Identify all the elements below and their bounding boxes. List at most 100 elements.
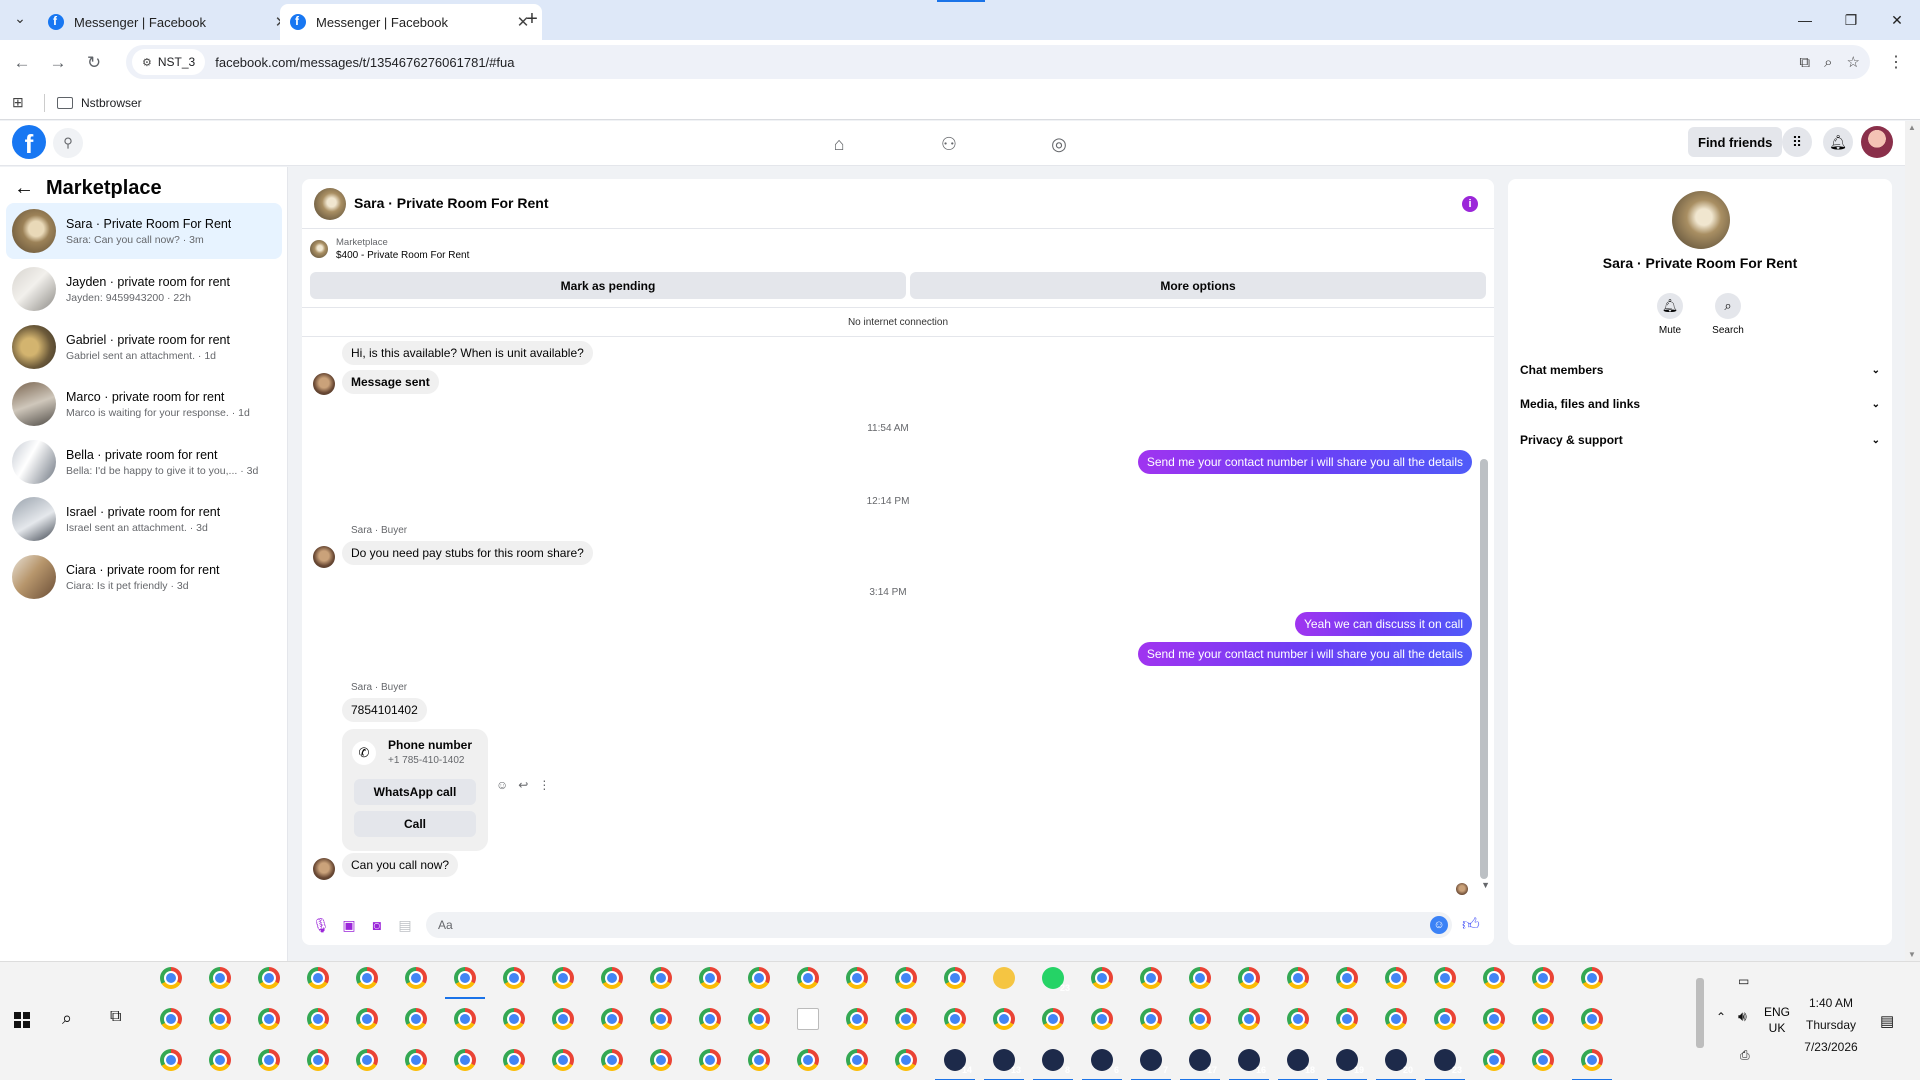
thumbs-up-icon[interactable]: 👍︎ — [1462, 914, 1480, 935]
chrome-profile-icon[interactable] — [160, 1049, 182, 1071]
apps-grid-icon[interactable]: ⊞ — [12, 94, 32, 111]
back-arrow-icon[interactable]: ← — [14, 177, 34, 200]
chrome-profile-icon[interactable] — [699, 967, 721, 989]
chrome-profile-icon[interactable] — [1336, 1008, 1358, 1030]
chrome-profile-icon[interactable] — [1287, 967, 1309, 989]
sticker-icon[interactable]: ◙ — [368, 916, 386, 934]
chrome-profile-icon[interactable] — [650, 967, 672, 989]
document-icon[interactable] — [797, 1008, 819, 1030]
chrome-profile-icon[interactable] — [307, 967, 329, 989]
chrome-profile-icon[interactable] — [1532, 1008, 1554, 1030]
back-icon[interactable]: ← — [10, 52, 34, 76]
chrome-profile-icon[interactable] — [209, 1049, 231, 1071]
chat-title[interactable]: Sara · Private Room For Rent — [354, 195, 549, 211]
chrome-profile-icon[interactable] — [454, 1049, 476, 1071]
chrome-profile-icon[interactable] — [944, 967, 966, 989]
chat-scrollbar[interactable] — [1480, 459, 1488, 879]
chrome-profile-icon[interactable] — [356, 1008, 378, 1030]
bookmark-folder[interactable]: Nstbrowser — [57, 96, 142, 110]
taskbar-search-icon[interactable]: ⌕ — [62, 1008, 72, 1029]
info-icon[interactable]: i — [1462, 196, 1478, 212]
chrome-profile-icon[interactable] — [797, 1049, 819, 1071]
chrome-profile-icon[interactable] — [1189, 1008, 1211, 1030]
chrome-profile-icon[interactable] — [748, 967, 770, 989]
task-view-icon[interactable]: ⧉ — [110, 1008, 121, 1026]
chrome-profile-icon[interactable] — [258, 1049, 280, 1071]
chrome-profile-icon[interactable] — [1238, 967, 1260, 989]
chrome-profile-icon[interactable] — [160, 1008, 182, 1030]
chrome-profile-icon[interactable] — [356, 967, 378, 989]
whatsapp-call-button[interactable]: WhatsApp call — [354, 779, 476, 805]
scroll-down-icon[interactable]: ▼ — [1481, 880, 1490, 890]
incoming-message[interactable]: Do you need pay stubs for this room shar… — [342, 541, 593, 565]
section-chat-members[interactable]: Chat members ⌄ — [1520, 359, 1880, 381]
restore-icon[interactable]: ❐ — [1828, 0, 1874, 40]
chrome-profile-icon[interactable] — [1581, 1008, 1603, 1030]
react-icon[interactable]: ☺ — [496, 778, 508, 792]
whatsapp-icon[interactable]: 23 — [1042, 967, 1070, 993]
incoming-message[interactable]: Hi, is this available? When is unit avai… — [342, 341, 593, 365]
profile-app-icon[interactable]: 13 — [993, 1049, 1021, 1075]
chrome-profile-icon[interactable] — [895, 1008, 917, 1030]
conversation-item[interactable]: Bella · private room for rent Bella: I'd … — [6, 434, 282, 490]
chrome-profile-icon[interactable] — [1385, 967, 1407, 989]
profile-app-icon[interactable]: 18 — [1287, 1049, 1315, 1075]
chrome-profile-icon[interactable] — [454, 967, 476, 989]
facebook-logo-icon[interactable]: f — [12, 125, 46, 159]
chrome-profile-icon[interactable] — [748, 1008, 770, 1030]
friends-icon[interactable]: ⚇ — [936, 131, 962, 157]
chrome-profile-icon[interactable] — [650, 1008, 672, 1030]
section-media-files-links[interactable]: Media, files and links ⌄ — [1520, 393, 1880, 415]
profile-app-icon[interactable]: 16 — [1238, 1049, 1266, 1075]
chrome-profile-icon[interactable] — [1581, 967, 1603, 989]
chrome-profile-icon[interactable] — [748, 1049, 770, 1071]
listing-banner[interactable]: Marketplace $400 - Private Room For Rent — [310, 237, 469, 261]
chrome-profile-icon[interactable] — [405, 1049, 427, 1071]
message-input[interactable]: Aa — [426, 912, 1452, 938]
chrome-profile-icon[interactable] — [1483, 967, 1505, 989]
chrome-profile-icon[interactable] — [356, 1049, 378, 1071]
chat-avatar[interactable] — [314, 188, 346, 220]
search-icon[interactable]: ⚲ — [53, 128, 83, 158]
reply-icon[interactable]: ↩ — [518, 778, 528, 792]
chrome-profile-icon[interactable] — [405, 1008, 427, 1030]
conversation-item[interactable]: Sara · Private Room For Rent Sara: Can yo… — [6, 203, 282, 259]
chrome-profile-icon[interactable] — [405, 967, 427, 989]
chrome-profile-icon[interactable] — [552, 1008, 574, 1030]
chrome-profile-icon[interactable] — [1287, 1008, 1309, 1030]
conversation-item[interactable]: Gabriel · private room for rent Gabriel s… — [6, 319, 282, 375]
browser-menu-icon[interactable]: ⋮ — [1886, 52, 1906, 76]
chrome-profile-icon[interactable] — [895, 1049, 917, 1071]
profile-app-icon[interactable]: 23 — [1434, 1049, 1462, 1075]
chrome-profile-icon[interactable] — [1581, 1049, 1603, 1071]
menu-grid-icon[interactable]: ⠿ — [1782, 127, 1812, 157]
chrome-profile-icon[interactable] — [503, 1049, 525, 1071]
conversation-item[interactable]: Ciara · private room for rent Ciara: Is i… — [6, 549, 282, 605]
chrome-profile-icon[interactable] — [1483, 1049, 1505, 1071]
windows-start-icon[interactable] — [14, 1012, 30, 1028]
chrome-profile-icon[interactable] — [307, 1049, 329, 1071]
conversation-item[interactable]: Jayden · private room for rent Jayden: 94… — [6, 261, 282, 317]
incoming-message[interactable]: Message sent — [342, 370, 439, 394]
incoming-message[interactable]: 7854101402 — [342, 698, 427, 722]
conversation-item[interactable]: Marco · private room for rent Marco is wa… — [6, 376, 282, 432]
forward-icon[interactable]: → — [46, 52, 70, 76]
chrome-profile-icon[interactable] — [895, 967, 917, 989]
chrome-profile-icon[interactable] — [258, 1008, 280, 1030]
section-privacy-support[interactable]: Privacy & support ⌄ — [1520, 429, 1880, 451]
taskbar-scroll[interactable] — [1693, 964, 1707, 1078]
chrome-profile-icon[interactable] — [846, 967, 868, 989]
incoming-message[interactable]: Can you call now? — [342, 853, 459, 877]
chrome-profile-icon[interactable] — [1336, 967, 1358, 989]
chrome-profile-icon[interactable] — [209, 967, 231, 989]
gallery-icon[interactable]: ▣ — [340, 916, 358, 934]
page-scrollbar[interactable] — [1905, 121, 1920, 961]
more-icon[interactable]: ⋮ — [538, 778, 550, 792]
home-icon[interactable]: ⌂ — [826, 131, 852, 157]
mark-as-pending-button[interactable]: Mark as pending — [310, 272, 906, 299]
outgoing-message[interactable]: Send me your contact number i will share… — [1137, 642, 1472, 666]
contact-avatar[interactable] — [1672, 191, 1730, 249]
tab-search-dropdown-icon[interactable]: ⌄ — [8, 10, 32, 30]
chrome-profile-icon[interactable] — [699, 1049, 721, 1071]
chrome-profile-icon[interactable] — [1140, 1008, 1162, 1030]
